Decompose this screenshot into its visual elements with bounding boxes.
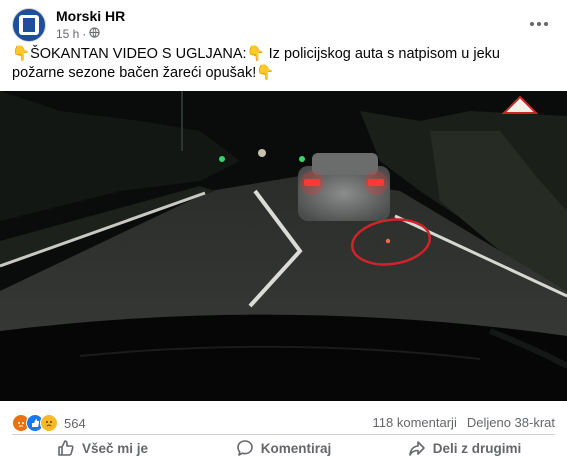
meta-separator: · (82, 27, 87, 41)
video-player[interactable] (0, 91, 567, 401)
like-button[interactable]: Všeč mi je (12, 436, 193, 460)
share-label: Deli z drugimi (432, 440, 522, 456)
divider (12, 434, 555, 435)
post-time[interactable]: 15 h (56, 27, 79, 41)
post-text-body-end: žareći opušak! (162, 65, 257, 81)
post-text-headline: ŠOKANTAN VIDEO S UGLJANA: (30, 46, 247, 62)
video-frame (0, 91, 567, 401)
post-meta: 15 h · (56, 27, 101, 41)
pointing-down-emoji: 👇 (12, 46, 31, 62)
page-avatar[interactable] (12, 8, 46, 42)
facebook-post: Morski HR 15 h · 👇ŠOKANTAN VIDEO S UGLJA… (0, 0, 567, 461)
post-text: 👇ŠOKANTAN VIDEO S UGLJANA:👇 Iz policijsk… (12, 45, 552, 83)
reactions-summary[interactable]: 564 (12, 414, 86, 432)
comment-button[interactable]: Komentiraj (193, 436, 374, 460)
reaction-count: 564 (64, 415, 86, 431)
sad-reaction-icon (40, 414, 58, 432)
like-label: Všeč mi je (81, 440, 149, 456)
pointing-down-emoji: 👇 (256, 65, 275, 81)
thumbs-up-icon (57, 439, 75, 457)
globe-icon (89, 27, 101, 41)
comments-count-link[interactable]: 118 komentarji (373, 415, 457, 430)
post-header: Morski HR 15 h · (12, 8, 555, 42)
more-options-button[interactable] (527, 12, 551, 36)
page-name[interactable]: Morski HR (56, 8, 125, 24)
comment-label: Komentiraj (260, 440, 332, 456)
share-arrow-icon (408, 439, 426, 457)
pointing-down-emoji: 👇 (246, 46, 265, 62)
share-button[interactable]: Deli z drugimi (374, 436, 555, 460)
shares-count-link[interactable]: Deljeno 38-krat (467, 415, 555, 430)
post-stats: 118 komentarji Deljeno 38-krat (373, 415, 555, 430)
post-actions: Všeč mi je Komentiraj Deli z drugimi (12, 436, 555, 460)
comment-icon (236, 439, 254, 457)
